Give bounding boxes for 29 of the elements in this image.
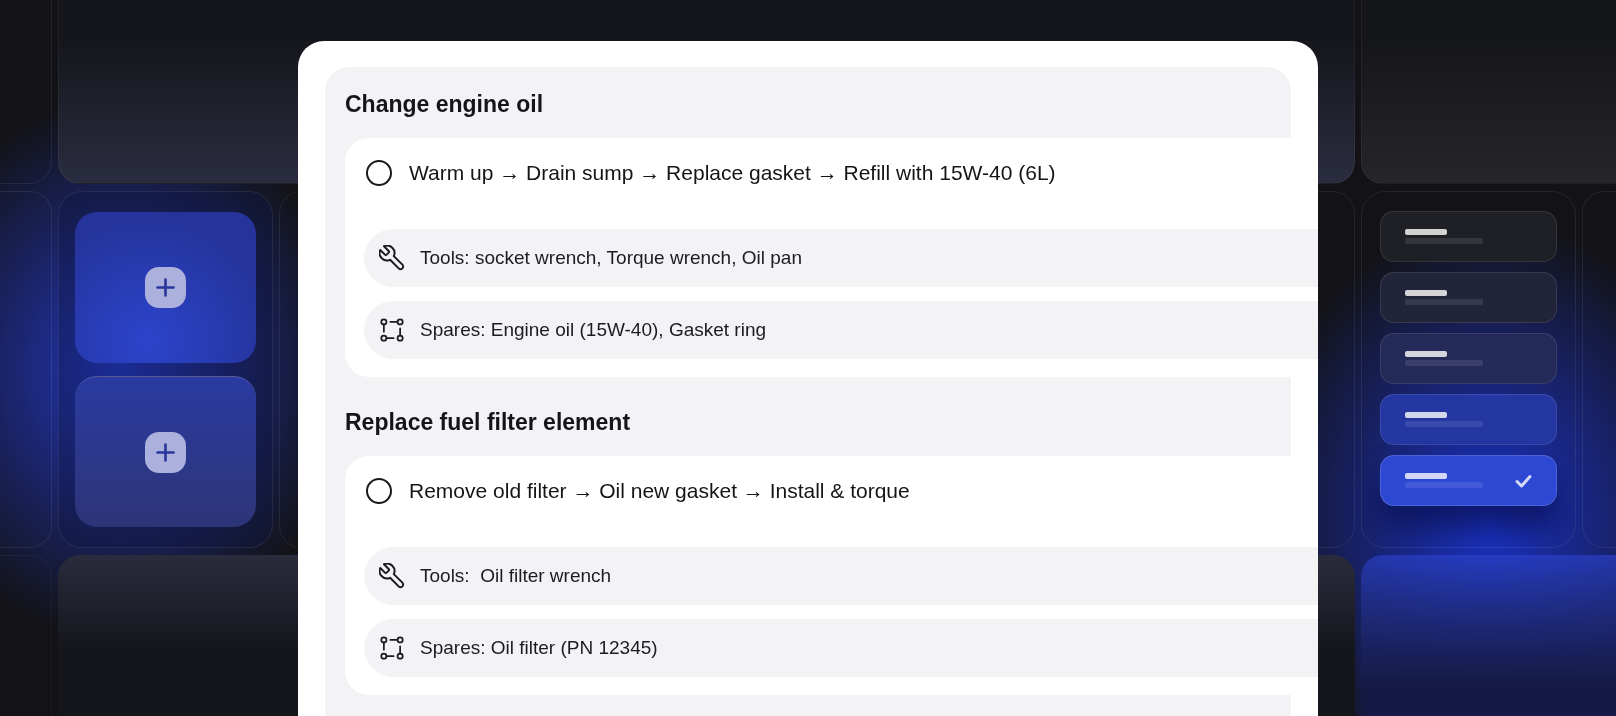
- task-title: Change engine oil: [345, 90, 545, 119]
- list-option[interactable]: [1380, 394, 1557, 445]
- nodes-icon: [379, 635, 405, 661]
- detail-text: Spares: Engine oil (15W-40), Gasket ring: [420, 318, 767, 342]
- step-text: Warm up → Drain sump → Replace gasket → Refill with 15W-40 (6L): [409, 160, 1056, 186]
- detail-text: Spares: Oil filter (PN 12345): [420, 636, 658, 660]
- placeholder-line: [1405, 412, 1447, 418]
- nodes-icon: [379, 317, 405, 343]
- checkbox[interactable]: [366, 478, 392, 504]
- placeholder-line: [1405, 473, 1447, 479]
- placeholder-line: [1405, 351, 1447, 357]
- wrench-icon: [379, 245, 405, 271]
- wrench-icon: [379, 563, 405, 589]
- check-icon: [1515, 473, 1532, 488]
- plus-icon: [145, 267, 186, 308]
- list-option[interactable]: [1380, 455, 1557, 506]
- list-option[interactable]: [1380, 333, 1557, 384]
- add-card[interactable]: [75, 376, 256, 527]
- list-option[interactable]: [1380, 211, 1557, 262]
- detail-text: Tools: Oil filter wrench: [420, 564, 612, 588]
- task-title: Replace fuel filter element: [345, 408, 632, 437]
- checkbox[interactable]: [366, 160, 392, 186]
- placeholder-line: [1405, 229, 1447, 235]
- step-text: Remove old filter → Oil new gasket → Install & torque: [409, 478, 910, 504]
- list-option[interactable]: [1380, 272, 1557, 323]
- placeholder-line: [1405, 290, 1447, 296]
- plus-icon: [145, 431, 186, 473]
- detail-text: Tools: socket wrench, Torque wrench, Oil pan: [420, 246, 802, 270]
- add-card[interactable]: [75, 212, 256, 363]
